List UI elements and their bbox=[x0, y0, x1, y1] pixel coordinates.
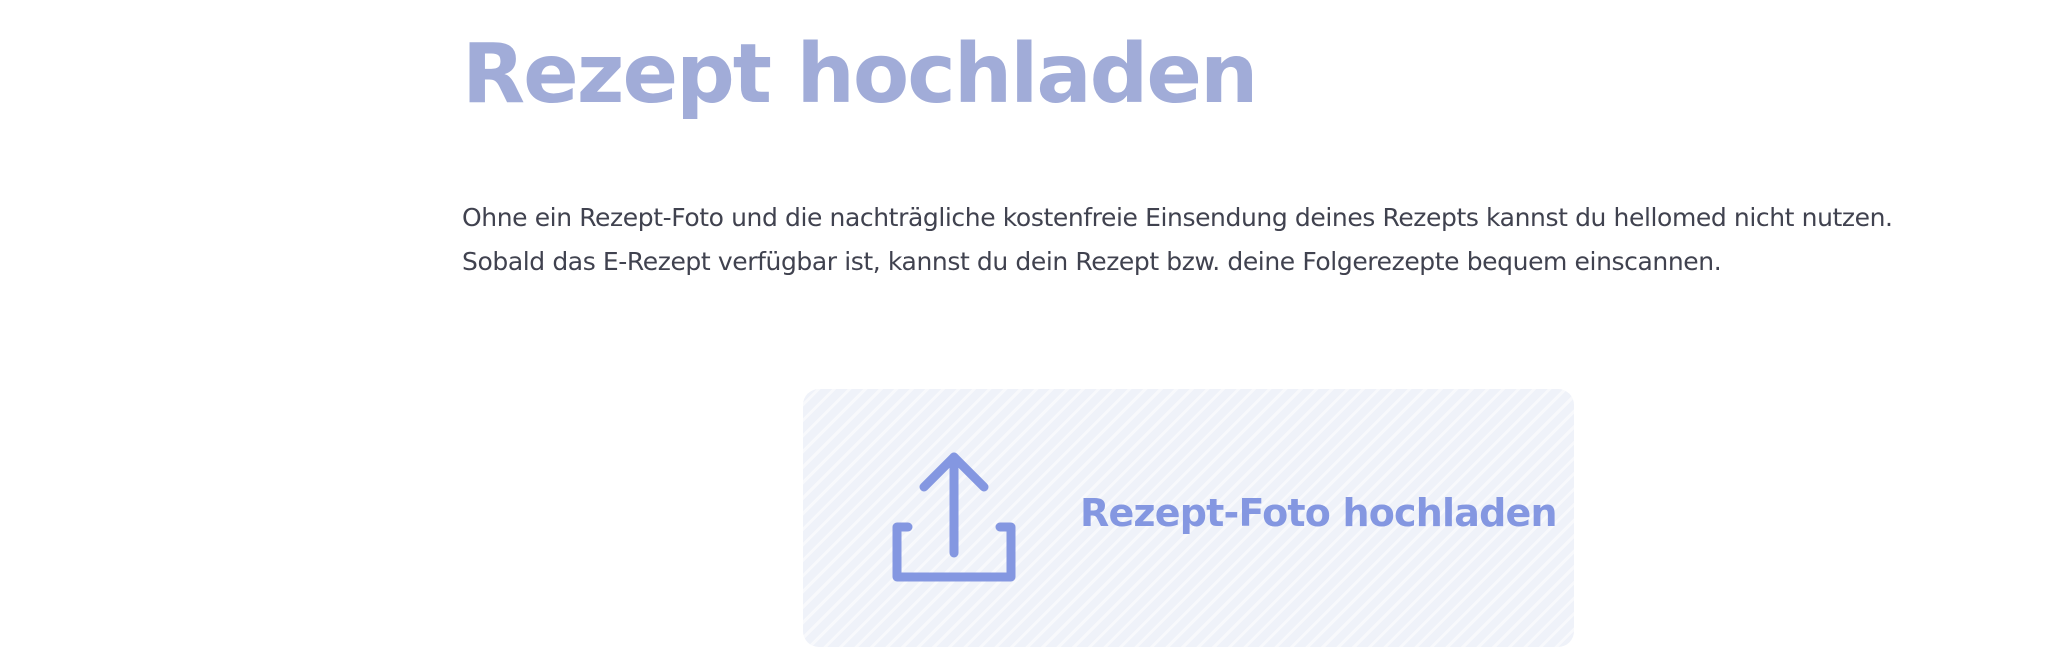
upload-photo-label: Rezept-Foto hochladen bbox=[1080, 491, 1558, 535]
intro-text: Ohne ein Rezept-Foto und die nachträglic… bbox=[462, 203, 1893, 276]
upload-icon bbox=[884, 445, 1024, 585]
page-title: Rezept hochladen bbox=[462, 27, 1258, 122]
upload-photo-button[interactable]: Rezept-Foto hochladen bbox=[803, 389, 1574, 647]
